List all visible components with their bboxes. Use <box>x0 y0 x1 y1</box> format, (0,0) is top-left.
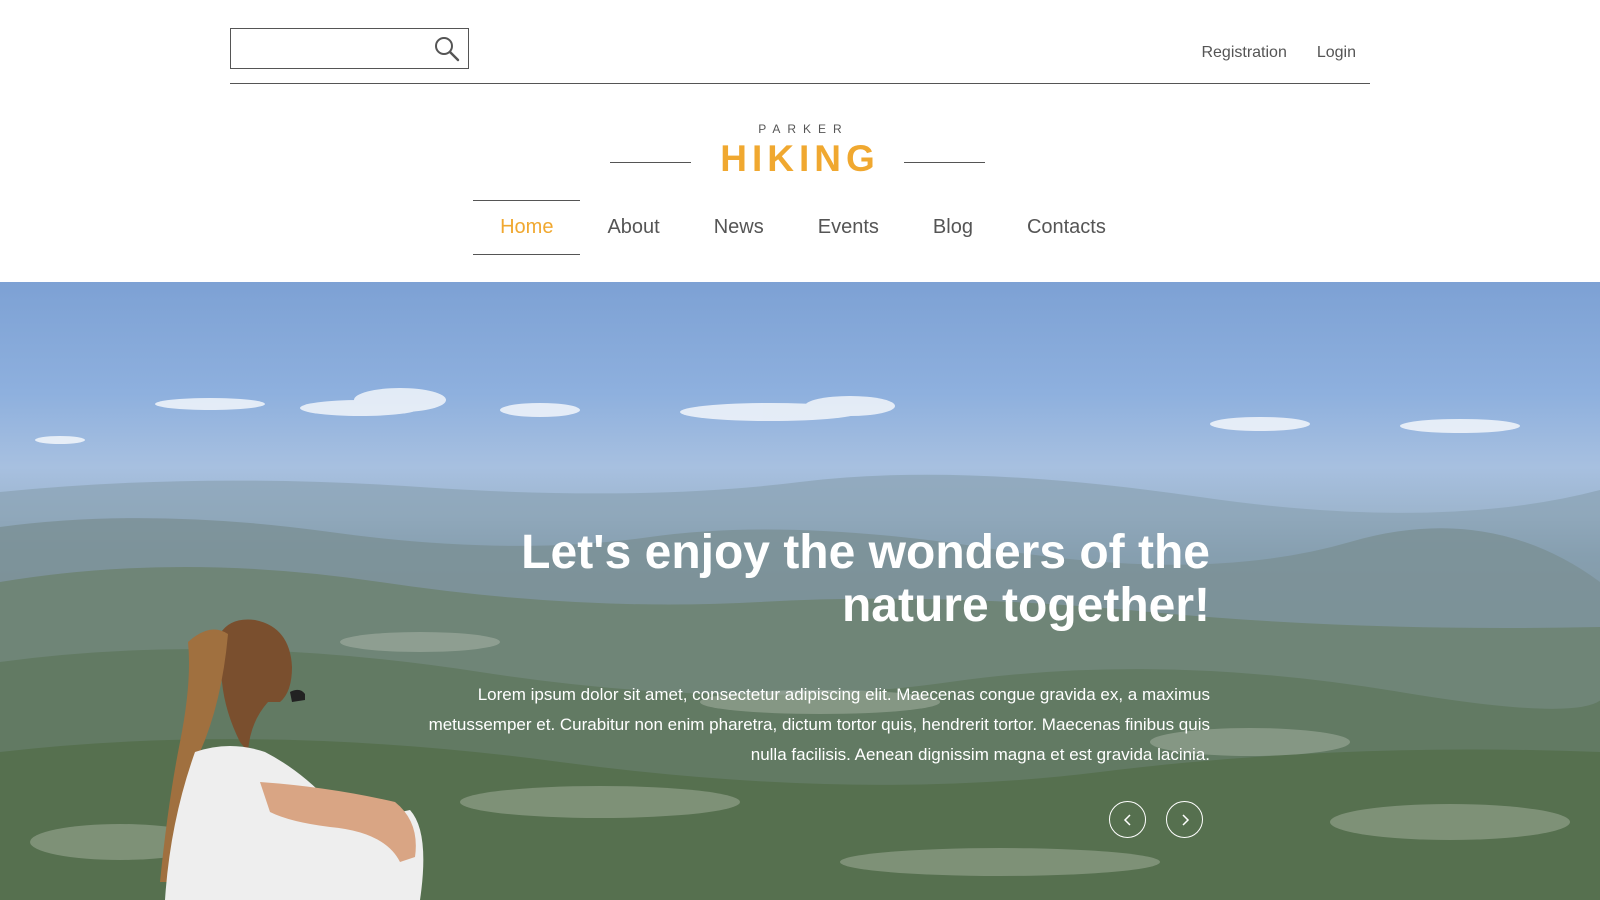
search-box <box>230 28 469 69</box>
chevron-right-icon <box>1181 813 1189 826</box>
hero-description: Lorem ipsum dolor sit amet, consectetur … <box>428 685 1210 764</box>
logo-subtitle: PARKER <box>758 122 849 136</box>
slider-next-button[interactable] <box>1166 801 1203 838</box>
nav-item-events[interactable]: Events <box>791 200 906 255</box>
main-nav: Home About News Events Blog Contacts <box>0 200 1600 255</box>
logo-divider-left <box>610 162 692 163</box>
nav-item-news[interactable]: News <box>687 200 791 255</box>
slider-controls <box>1109 801 1203 838</box>
slider-prev-button[interactable] <box>1109 801 1146 838</box>
nav-item-about[interactable]: About <box>580 200 686 255</box>
nav-item-home[interactable]: Home <box>473 200 581 255</box>
search-icon[interactable] <box>434 36 460 62</box>
nav-item-blog[interactable]: Blog <box>906 200 1000 255</box>
logo-title-wrap: HIKING <box>610 138 985 180</box>
chevron-left-icon <box>1123 813 1131 826</box>
logo-title: HIKING <box>720 138 880 179</box>
site-logo[interactable]: PARKER HIKING <box>0 122 1600 180</box>
hero-title-line1: Let's enjoy the wonders of the <box>521 526 1210 579</box>
hero-banner: Let's enjoy the wonders of the nature to… <box>0 282 1600 900</box>
top-links: Registration Login <box>1201 44 1356 62</box>
registration-link[interactable]: Registration <box>1201 44 1286 62</box>
top-bar: Registration Login <box>230 28 1370 84</box>
hero-title-line2: nature together! <box>841 579 1210 632</box>
nav-item-contacts[interactable]: Contacts <box>1000 200 1133 255</box>
logo-divider-right <box>903 162 985 163</box>
hero-title: Let's enjoy the wonders of the nature to… <box>430 526 1210 632</box>
login-link[interactable]: Login <box>1317 44 1356 62</box>
search-input[interactable] <box>239 35 419 63</box>
